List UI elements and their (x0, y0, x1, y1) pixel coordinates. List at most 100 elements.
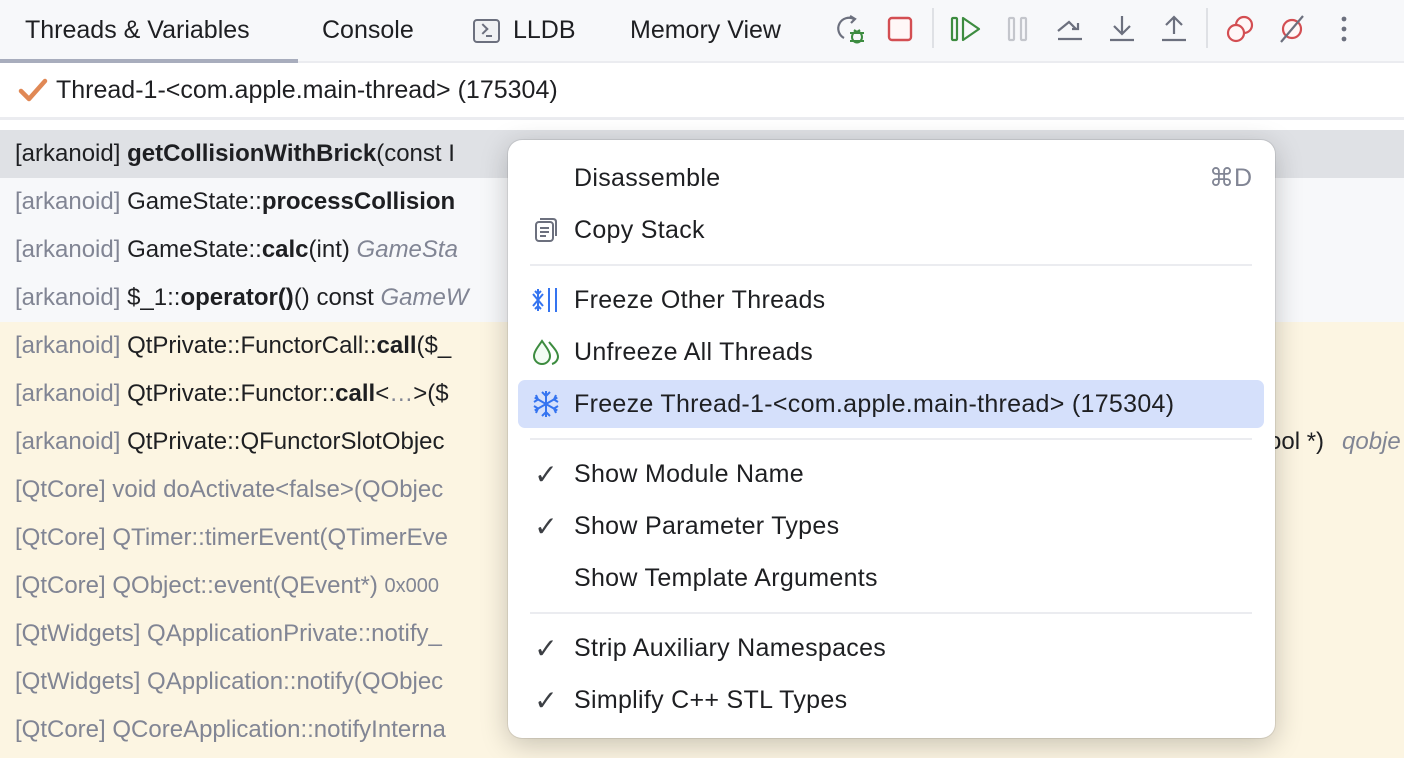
toolbar-separator (932, 8, 934, 48)
copy-icon (535, 218, 557, 242)
frame-scope: QtPrivate::QFunctorSlotObjec (127, 428, 445, 455)
frame-function: QTimer::timerEvent(QTimerEve (112, 524, 448, 551)
mute-breakpoints-button[interactable] (1274, 11, 1310, 47)
menu-item-label: Show Module Name (574, 459, 804, 488)
frame-function: QApplication::notify(QObjec (147, 668, 444, 695)
rerun-debug-icon (837, 15, 864, 44)
tab-memory-view[interactable]: Memory View (630, 0, 781, 61)
tab-lldb[interactable]: LLDB (473, 0, 576, 61)
menu-item-show-parameter-types[interactable]: ✓ Show Parameter Types (518, 502, 1264, 550)
frame-module: [QtCore] (15, 476, 106, 503)
frame-file: qobje (1342, 428, 1401, 455)
frame-params: (const I (376, 140, 455, 167)
frame-function: QCoreApplication::notifyInterna (112, 716, 446, 743)
check-icon: ✓ (534, 510, 558, 542)
pause-button[interactable] (1000, 11, 1036, 47)
debugger-tab-bar: Threads & Variables Console LLDB Memory … (0, 0, 1404, 63)
menu-separator (530, 438, 1252, 440)
step-into-icon (1110, 16, 1134, 42)
menu-item-show-module-name[interactable]: ✓ Show Module Name (518, 450, 1264, 498)
menu-item-simplify-stl-types[interactable]: ✓ Simplify C++ STL Types (518, 676, 1264, 724)
check-icon: ✓ (534, 632, 558, 664)
mute-breakpoints-icon (1280, 15, 1304, 43)
pause-icon (1007, 16, 1028, 42)
frame-module: [QtCore] (15, 524, 106, 551)
frame-address: 0x000 (384, 574, 440, 597)
step-into-button[interactable] (1104, 11, 1140, 47)
stop-button[interactable] (882, 11, 918, 47)
menu-item-label: Freeze Thread-1-<com.apple.main-thread> … (574, 389, 1175, 418)
resume-icon (950, 16, 981, 42)
step-out-icon (1162, 15, 1186, 42)
frame-function: getCollisionWithBrick (127, 140, 377, 167)
menu-item-strip-auxiliary-namespaces[interactable]: ✓ Strip Auxiliary Namespaces (518, 624, 1264, 672)
frame-module: [QtWidgets] (15, 620, 141, 647)
view-breakpoints-icon (1226, 15, 1254, 43)
menu-item-copy-stack[interactable]: Copy Stack (518, 206, 1264, 254)
frame-scope: QtPrivate::FunctorCall:: (127, 332, 377, 359)
frame-scope: GameState:: (127, 188, 262, 215)
step-over-button[interactable] (1052, 11, 1088, 47)
frame-module: [arkanoid] (15, 380, 121, 407)
frame-scope: QtPrivate::Functor:: (127, 380, 336, 407)
snowflake-icon (533, 391, 559, 417)
menu-separator (530, 612, 1252, 614)
menu-item-unfreeze-all-threads[interactable]: Unfreeze All Threads (518, 328, 1264, 376)
step-out-button[interactable] (1156, 11, 1192, 47)
frame-module: [QtWidgets] (15, 668, 141, 695)
frame-module: [arkanoid] (15, 332, 121, 359)
frame-function: call (335, 380, 376, 407)
frame-function: QApplicationPrivate::notify_ (147, 620, 442, 647)
tab-label: Threads & Variables (25, 16, 250, 44)
view-breakpoints-button[interactable] (1222, 11, 1258, 47)
frame-function: void doActivate<false>(QObjec (112, 476, 444, 503)
step-over-icon (1057, 20, 1082, 41)
tab-label: LLDB (513, 16, 576, 44)
unfreeze-icon (532, 339, 560, 365)
tab-label: Console (322, 16, 414, 44)
frame-params: (int) (308, 236, 350, 263)
frame-file: GameW (380, 284, 469, 311)
tab-threads-variables[interactable]: Threads & Variables (0, 0, 298, 63)
frame-function: operator() (180, 284, 294, 311)
menu-item-freeze-thread[interactable]: Freeze Thread-1-<com.apple.main-thread> … (518, 380, 1264, 428)
menu-item-disassemble[interactable]: Disassemble ⌘D (518, 154, 1264, 202)
frame-module: [arkanoid] (15, 284, 121, 311)
menu-item-label: Unfreeze All Threads (574, 337, 813, 366)
frame-module: [arkanoid] (15, 188, 121, 215)
frame-params: () const (293, 284, 374, 311)
menu-item-label: Show Parameter Types (574, 511, 840, 540)
menu-item-show-template-arguments[interactable]: Show Template Arguments (518, 554, 1264, 602)
menu-item-freeze-other-threads[interactable]: Freeze Other Threads (518, 276, 1264, 324)
toolbar-separator (1206, 8, 1208, 48)
menu-item-label: Disassemble (574, 163, 721, 192)
context-menu: Disassemble ⌘D Copy Stack Freeze Other T… (508, 140, 1275, 738)
frame-function: calc (261, 236, 309, 263)
menu-item-label: Simplify C++ STL Types (574, 685, 848, 714)
menu-separator (530, 264, 1252, 266)
frame-module: [arkanoid] (15, 236, 121, 263)
thread-selector[interactable]: Thread-1-<com.apple.main-thread> (175304… (0, 63, 1404, 120)
tab-label: Memory View (630, 16, 781, 44)
frame-function: QObject::event(QEvent*) (112, 572, 378, 599)
frame-module: [arkanoid] (15, 140, 121, 167)
frame-params-tail: ool *) (1268, 428, 1325, 455)
stop-icon (887, 16, 913, 42)
check-icon: ✓ (534, 458, 558, 490)
frame-function: processCollision (261, 188, 456, 215)
frame-scope: GameState:: (127, 236, 262, 263)
thread-name: Thread-1-<com.apple.main-thread> (175304… (56, 75, 558, 104)
resume-button[interactable] (948, 11, 984, 47)
frame-module: [QtCore] (15, 716, 106, 743)
menu-item-label: Strip Auxiliary Namespaces (574, 633, 887, 662)
terminal-icon (473, 18, 500, 43)
menu-item-label: Freeze Other Threads (574, 285, 826, 314)
more-vertical-icon (1341, 16, 1347, 42)
menu-item-label: Show Template Arguments (574, 563, 878, 592)
frame-function: call (376, 332, 417, 359)
frame-params: ($_ (416, 332, 452, 359)
more-options-button[interactable] (1326, 11, 1362, 47)
rerun-debug-button[interactable] (832, 11, 868, 47)
tab-console[interactable]: Console (322, 0, 414, 61)
freeze-others-icon (532, 288, 557, 312)
